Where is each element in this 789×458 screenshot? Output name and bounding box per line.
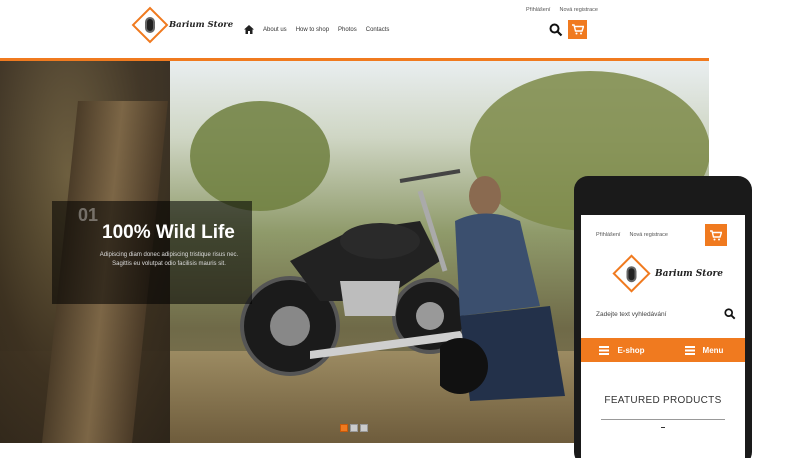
main-nav: About us How to shop Photos Contacts bbox=[244, 25, 389, 34]
mobile-logo-text: Barium Store bbox=[655, 268, 723, 279]
mobile-nav-bar: E-shop Menu bbox=[581, 338, 745, 362]
slide-title: 100% Wild Life bbox=[102, 222, 235, 243]
rider-image bbox=[440, 176, 565, 401]
nav-about-us[interactable]: About us bbox=[263, 27, 287, 33]
slider-dot-2[interactable] bbox=[350, 424, 358, 432]
mobile-login-link[interactable]: Přihlášení bbox=[596, 232, 620, 238]
phone-mockup: Přihlášení Nová registrace Barium Store … bbox=[574, 176, 752, 458]
mobile-cart-button[interactable] bbox=[705, 224, 727, 246]
login-link[interactable]: Přihlášení bbox=[526, 7, 550, 13]
slider-dot-3[interactable] bbox=[360, 424, 368, 432]
search-icon[interactable] bbox=[724, 308, 736, 320]
mobile-register-link[interactable]: Nová registrace bbox=[629, 232, 668, 238]
eshop-button[interactable]: E-shop bbox=[581, 345, 663, 355]
hamburger-icon bbox=[684, 345, 695, 355]
logo-text: Barium Store bbox=[169, 20, 234, 30]
nav-contacts[interactable]: Contacts bbox=[366, 27, 390, 33]
hamburger-icon bbox=[599, 345, 610, 355]
slider-dot-1[interactable] bbox=[340, 424, 348, 432]
mobile-account-links: Přihlášení Nová registrace bbox=[596, 232, 668, 238]
site-header: Přihlášení Nová registrace Barium Store … bbox=[0, 0, 709, 62]
slider-pagination bbox=[340, 424, 368, 432]
slide-caption: 01 100% Wild Life Adipiscing diam donec … bbox=[52, 201, 252, 304]
search-icon[interactable] bbox=[549, 23, 563, 37]
account-links: Přihlášení Nová registrace bbox=[526, 7, 598, 13]
featured-products-heading: FEATURED PRODUCTS bbox=[604, 395, 722, 406]
mobile-search-input[interactable]: Zadejte text vyhledávání bbox=[596, 311, 666, 318]
heading-divider bbox=[601, 419, 725, 420]
slide-description: Adipiscing diam donec adipiscing tristiq… bbox=[99, 252, 239, 267]
cart-icon bbox=[571, 24, 584, 35]
register-link[interactable]: Nová registrace bbox=[559, 7, 598, 13]
tire-logo-icon bbox=[131, 6, 169, 44]
menu-label: Menu bbox=[702, 345, 724, 355]
menu-button[interactable]: Menu bbox=[663, 345, 745, 355]
mobile-screen: Přihlášení Nová registrace Barium Store … bbox=[581, 215, 745, 458]
cart-button[interactable] bbox=[568, 20, 587, 39]
heading-dash bbox=[661, 427, 665, 428]
mobile-search[interactable]: Zadejte text vyhledávání bbox=[596, 307, 736, 321]
home-icon[interactable] bbox=[244, 25, 254, 34]
nav-photos[interactable]: Photos bbox=[338, 27, 357, 33]
slide-number: 01 bbox=[78, 205, 99, 225]
mobile-store-logo[interactable]: Barium Store bbox=[612, 254, 723, 293]
store-logo[interactable]: Barium Store bbox=[131, 6, 234, 44]
eshop-label: E-shop bbox=[617, 345, 645, 355]
tire-logo-icon bbox=[612, 254, 651, 293]
nav-how-to-shop[interactable]: How to shop bbox=[296, 27, 329, 33]
cart-icon bbox=[710, 229, 722, 240]
